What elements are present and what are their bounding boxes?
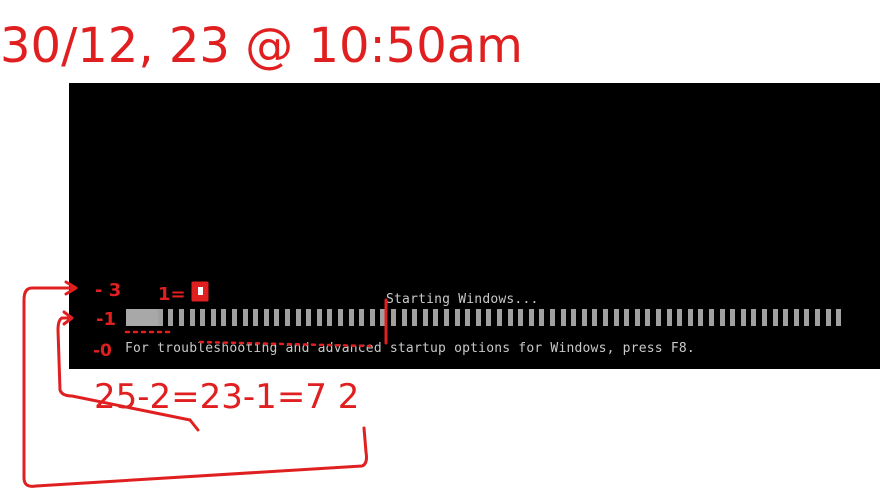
- progress-segment: [327, 309, 333, 326]
- progress-segment: [380, 309, 386, 326]
- progress-segment: [687, 309, 693, 326]
- progress-segment: [200, 309, 206, 326]
- progress-segment: [179, 309, 184, 326]
- progress-segment: [571, 309, 577, 326]
- annotation-calc: 25-2=23-1=7 2: [94, 377, 359, 417]
- progress-segment: [338, 309, 343, 326]
- progress-segment: [444, 309, 449, 326]
- progress-segment: [793, 309, 799, 326]
- progress-fill: [126, 309, 162, 326]
- progress-segment: [815, 309, 820, 326]
- progress-segment: [295, 309, 301, 326]
- progress-segment: [656, 309, 661, 326]
- progress-segment: [666, 309, 672, 326]
- progress-segment: [836, 309, 842, 326]
- progress-segment: [189, 309, 195, 326]
- progress-segment: [285, 309, 290, 326]
- progress-segment: [210, 309, 216, 326]
- progress-segment: [475, 309, 481, 326]
- progress-segment: [391, 309, 396, 326]
- progress-segment: [677, 309, 683, 326]
- progress-segment: [507, 309, 513, 326]
- progress-segment: [422, 309, 428, 326]
- progress-segment: [401, 309, 407, 326]
- progress-segment: [645, 309, 651, 326]
- progress-segment: [740, 309, 746, 326]
- progress-segment: [804, 309, 810, 326]
- progress-segment: [221, 309, 227, 326]
- progress-segment: [497, 309, 502, 326]
- progress-segment: [168, 309, 174, 326]
- starting-windows-text: Starting Windows...: [386, 292, 539, 307]
- progress-segment: [306, 309, 312, 326]
- progress-segment: [316, 309, 322, 326]
- progress-segment: [751, 309, 757, 326]
- progress-segment: [825, 309, 831, 326]
- progress-segment: [539, 309, 545, 326]
- annotation-datetime: 30/12, 23 @ 10:50am: [0, 18, 523, 74]
- progress-segment: [603, 309, 608, 326]
- progress-segment: [550, 309, 555, 326]
- progress-segment: [157, 309, 163, 326]
- progress-segment: [454, 309, 460, 326]
- progress-segment: [242, 309, 248, 326]
- progress-segment: [592, 309, 598, 326]
- progress-segment: [762, 309, 767, 326]
- progress-segment: [274, 309, 280, 326]
- boot-progress-bar: [126, 309, 846, 326]
- progress-segment: [433, 309, 439, 326]
- progress-segment: [253, 309, 259, 326]
- progress-segment: [783, 309, 789, 326]
- progress-segment: [634, 309, 640, 326]
- progress-segment: [412, 309, 418, 326]
- progress-segment: [772, 309, 778, 326]
- progress-segment: [232, 309, 237, 326]
- progress-segment: [518, 309, 524, 326]
- progress-segment: [581, 309, 587, 326]
- progress-segment: [730, 309, 736, 326]
- progress-segment: [698, 309, 704, 326]
- progress-segment: [719, 309, 725, 326]
- progress-segment: [624, 309, 630, 326]
- progress-segment: [359, 309, 365, 326]
- progress-segment: [263, 309, 269, 326]
- progress-segment: [528, 309, 534, 326]
- progress-segment: [348, 309, 354, 326]
- f8-hint-text: For troubleshooting and advanced startup…: [125, 341, 695, 356]
- boot-screen: Starting Windows... For troubleshooting …: [69, 83, 880, 369]
- progress-segment: [613, 309, 619, 326]
- progress-segment: [709, 309, 714, 326]
- progress-segment: [465, 309, 471, 326]
- progress-segment: [560, 309, 566, 326]
- progress-segment: [486, 309, 492, 326]
- progress-segment: [369, 309, 375, 326]
